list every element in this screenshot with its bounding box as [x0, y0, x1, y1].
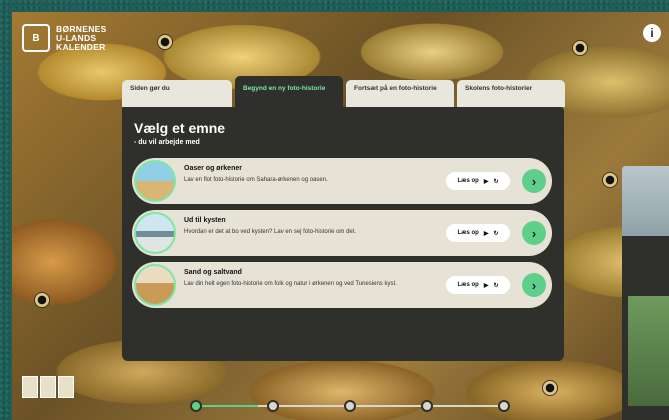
- topic-name: Sand og saltvand: [184, 269, 242, 276]
- logo[interactable]: B BØRNENES U-LANDS KALENDER: [22, 24, 107, 52]
- chevron-right-icon: ›: [531, 225, 537, 241]
- topic-thumbnail: [134, 264, 176, 306]
- gallery-thumbnail[interactable]: [58, 376, 74, 398]
- open-topic-button[interactable]: ›: [522, 273, 546, 297]
- topic-panel: Vælg et emne - du vil arbejde med Oaser …: [122, 107, 564, 361]
- fish-eye: [572, 40, 588, 56]
- tab-school-photo-stories[interactable]: Skolens foto-historier: [457, 80, 565, 107]
- topic-description: Lav din helt egen foto-historie om folk …: [184, 281, 397, 287]
- next-slide-preview[interactable]: [622, 166, 669, 420]
- play-icon: ▶: [483, 282, 489, 289]
- tab-continue-photo-story[interactable]: Fortsæt på en foto-historie: [346, 80, 454, 107]
- info-icon: i: [650, 26, 654, 40]
- progress-step-dot[interactable]: [267, 400, 279, 412]
- progress-fill: [196, 405, 258, 407]
- page-title: Vælg et emne: [134, 120, 226, 136]
- replay-icon: ↻: [493, 282, 499, 289]
- progress-step-dot[interactable]: [344, 400, 356, 412]
- step-progress: [190, 400, 510, 420]
- topic-thumbnail: [134, 160, 176, 202]
- gallery-thumbnails[interactable]: [22, 376, 74, 398]
- gallery-thumbnail[interactable]: [40, 376, 56, 398]
- topic-card-kysten[interactable]: Ud til kysten Hvordan er det at bo ved k…: [132, 210, 552, 256]
- play-icon: ▶: [483, 178, 489, 185]
- chevron-right-icon: ›: [531, 277, 537, 293]
- preview-image: [622, 166, 669, 236]
- progress-step-dot[interactable]: [190, 400, 202, 412]
- gallery-thumbnail[interactable]: [22, 376, 38, 398]
- chevron-right-icon: ›: [531, 173, 537, 189]
- fish-eye: [34, 292, 50, 308]
- topic-card-oaser[interactable]: Oaser og ørkener Lav en flot foto-histor…: [132, 158, 552, 204]
- read-aloud-label: Læs op: [457, 178, 479, 184]
- open-topic-button[interactable]: ›: [522, 221, 546, 245]
- logo-mark-icon: B: [22, 24, 50, 52]
- tab-side-gor-du[interactable]: Siden gør du: [122, 80, 232, 107]
- fish-eye: [157, 34, 173, 50]
- tab-new-photo-story[interactable]: Begynd en ny foto-historie: [235, 76, 343, 107]
- read-aloud-button[interactable]: Læs op ▶ ↻: [446, 276, 510, 294]
- logo-text: BØRNENES U-LANDS KALENDER: [56, 23, 107, 52]
- topic-description: Lav en flot foto-historie om Sahara-ørke…: [184, 177, 328, 183]
- read-aloud-button[interactable]: Læs op ▶ ↻: [446, 172, 510, 190]
- read-aloud-button[interactable]: Læs op ▶ ↻: [446, 224, 510, 242]
- fish-eye: [542, 380, 558, 396]
- topic-name: Oaser og ørkener: [184, 165, 242, 172]
- page-subtitle: - du vil arbejde med: [134, 139, 200, 146]
- play-icon: ▶: [483, 230, 489, 237]
- open-topic-button[interactable]: ›: [522, 169, 546, 193]
- replay-icon: ↻: [493, 178, 499, 185]
- topic-thumbnail: [134, 212, 176, 254]
- read-aloud-label: Læs op: [457, 282, 479, 288]
- topic-card-sand[interactable]: Sand og saltvand Lav din helt egen foto-…: [132, 262, 552, 308]
- topic-name: Ud til kysten: [184, 217, 226, 224]
- progress-step-dot[interactable]: [421, 400, 433, 412]
- topic-description: Hvordan er det at bo ved kysten? Lav en …: [184, 229, 357, 235]
- info-button[interactable]: i: [643, 24, 661, 42]
- tab-bar: Siden gør du Begynd en ny foto-historie …: [122, 76, 565, 107]
- fish-eye: [602, 172, 618, 188]
- replay-icon: ↻: [493, 230, 499, 237]
- preview-panel: [622, 236, 669, 420]
- read-aloud-label: Læs op: [457, 230, 479, 236]
- progress-step-dot[interactable]: [498, 400, 510, 412]
